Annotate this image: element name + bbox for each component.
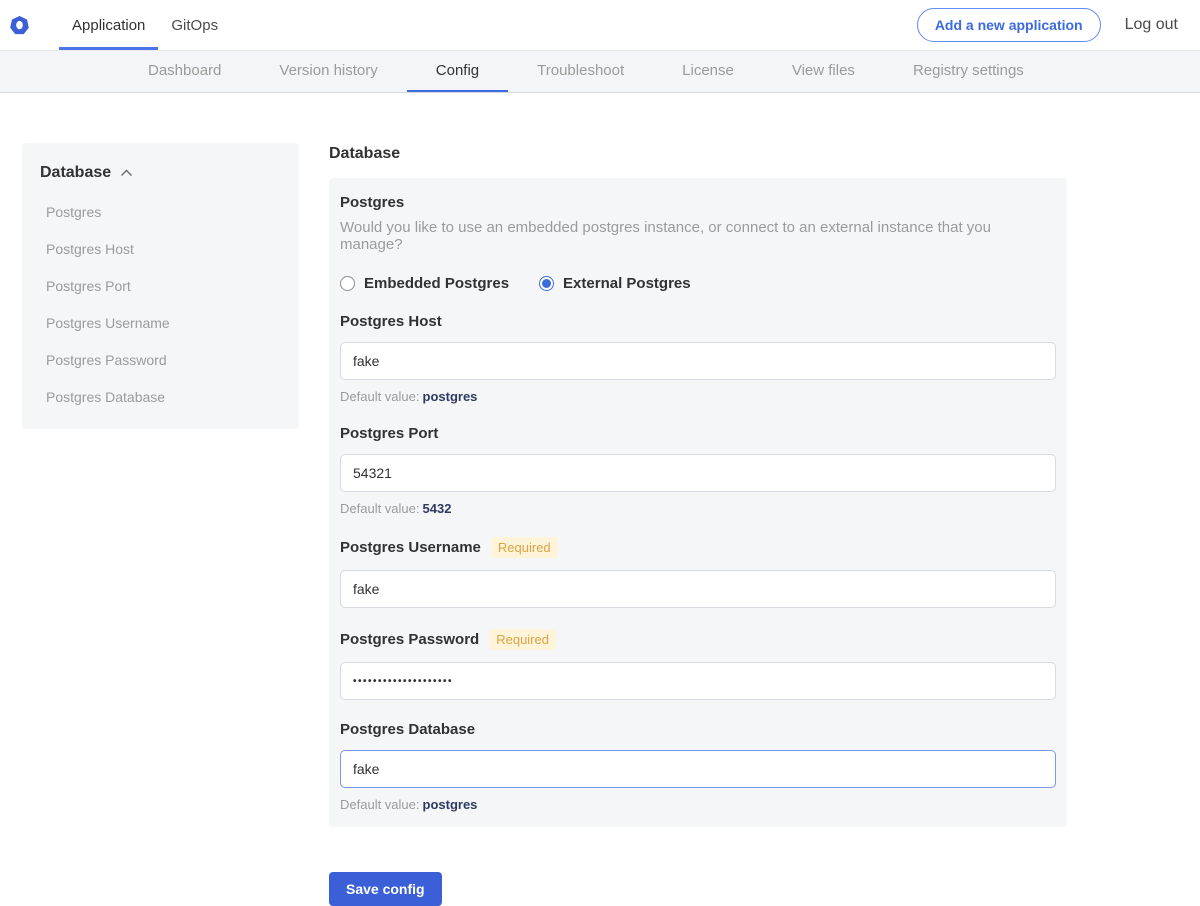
default-prefix: Default value: bbox=[340, 389, 420, 404]
sidebar-item-postgres-host[interactable]: Postgres Host bbox=[46, 241, 283, 257]
radio-selected-icon[interactable] bbox=[539, 276, 554, 291]
postgres-password-input[interactable] bbox=[340, 662, 1056, 700]
postgres-database-field: Postgres Database Default value:postgres bbox=[340, 721, 1056, 812]
postgres-host-input[interactable] bbox=[340, 342, 1056, 380]
postgres-group-label: Postgres bbox=[340, 194, 1056, 211]
tab-license[interactable]: License bbox=[653, 51, 763, 92]
logout-link[interactable]: Log out bbox=[1125, 16, 1178, 34]
postgres-database-label: Postgres Database bbox=[340, 721, 475, 738]
tab-registry-settings[interactable]: Registry settings bbox=[884, 51, 1053, 92]
tab-dashboard[interactable]: Dashboard bbox=[119, 51, 250, 92]
postgres-radio-group: Embedded Postgres External Postgres bbox=[340, 275, 1056, 292]
tab-view-files[interactable]: View files bbox=[763, 51, 884, 92]
radio-embedded-postgres[interactable]: Embedded Postgres bbox=[340, 275, 509, 292]
postgres-password-field: Postgres Password Required bbox=[340, 629, 1056, 700]
postgres-port-field: Postgres Port Default value:5432 bbox=[340, 425, 1056, 516]
save-config-button[interactable]: Save config bbox=[329, 872, 442, 906]
config-page: Database Postgres Postgres Host Postgres… bbox=[0, 93, 1200, 906]
page-title: Database bbox=[329, 145, 1067, 163]
sidebar-group-label: Database bbox=[40, 164, 111, 182]
sidebar-item-list: Postgres Postgres Host Postgres Port Pos… bbox=[40, 204, 283, 405]
postgres-help-text: Would you like to use an embedded postgr… bbox=[340, 219, 1056, 253]
default-prefix: Default value: bbox=[340, 797, 420, 812]
config-main: Database Postgres Would you like to use … bbox=[329, 145, 1067, 906]
radio-embedded-postgres-label: Embedded Postgres bbox=[364, 275, 509, 292]
postgres-port-input[interactable] bbox=[340, 454, 1056, 492]
required-badge: Required bbox=[489, 629, 556, 650]
postgres-username-field: Postgres Username Required bbox=[340, 537, 1056, 608]
sidebar-group-database[interactable]: Database bbox=[40, 164, 283, 182]
postgres-username-label: Postgres Username bbox=[340, 539, 481, 556]
tab-version-history[interactable]: Version history bbox=[250, 51, 406, 92]
config-panel: Postgres Would you like to use an embedd… bbox=[329, 178, 1067, 827]
sidebar-item-postgres-password[interactable]: Postgres Password bbox=[46, 352, 283, 368]
sidebar-item-postgres-database[interactable]: Postgres Database bbox=[46, 389, 283, 405]
app-sub-nav: Dashboard Version history Config Trouble… bbox=[0, 51, 1200, 93]
postgres-database-input[interactable] bbox=[340, 750, 1056, 788]
app-logo-icon bbox=[10, 16, 29, 35]
postgres-username-input[interactable] bbox=[340, 570, 1056, 608]
radio-external-postgres[interactable]: External Postgres bbox=[539, 275, 691, 292]
postgres-host-label: Postgres Host bbox=[340, 313, 442, 330]
required-badge: Required bbox=[491, 537, 558, 558]
top-tab-bar: Application GitOps bbox=[59, 0, 231, 50]
postgres-host-default-hint: Default value:postgres bbox=[340, 389, 1056, 404]
tab-troubleshoot[interactable]: Troubleshoot bbox=[508, 51, 653, 92]
config-sidebar: Database Postgres Postgres Host Postgres… bbox=[22, 143, 299, 429]
sidebar-item-postgres-username[interactable]: Postgres Username bbox=[46, 315, 283, 331]
default-value: postgres bbox=[423, 389, 478, 404]
postgres-port-label: Postgres Port bbox=[340, 425, 438, 442]
tab-application[interactable]: Application bbox=[59, 0, 158, 50]
postgres-password-label: Postgres Password bbox=[340, 631, 479, 648]
tab-config[interactable]: Config bbox=[407, 51, 508, 92]
sidebar-item-postgres[interactable]: Postgres bbox=[46, 204, 283, 220]
tab-gitops[interactable]: GitOps bbox=[158, 0, 231, 50]
default-value: 5432 bbox=[423, 501, 452, 516]
postgres-database-default-hint: Default value:postgres bbox=[340, 797, 1056, 812]
radio-external-postgres-label: External Postgres bbox=[563, 275, 691, 292]
chevron-up-icon bbox=[120, 164, 133, 182]
default-value: postgres bbox=[423, 797, 478, 812]
top-nav-actions: Add a new application Log out bbox=[917, 8, 1178, 42]
add-application-button[interactable]: Add a new application bbox=[917, 8, 1101, 42]
postgres-port-default-hint: Default value:5432 bbox=[340, 501, 1056, 516]
postgres-group: Postgres Would you like to use an embedd… bbox=[340, 194, 1056, 292]
top-nav: Application GitOps Add a new application… bbox=[0, 0, 1200, 51]
radio-unselected-icon[interactable] bbox=[340, 276, 355, 291]
sidebar-item-postgres-port[interactable]: Postgres Port bbox=[46, 278, 283, 294]
default-prefix: Default value: bbox=[340, 501, 420, 516]
postgres-host-field: Postgres Host Default value:postgres bbox=[340, 313, 1056, 404]
